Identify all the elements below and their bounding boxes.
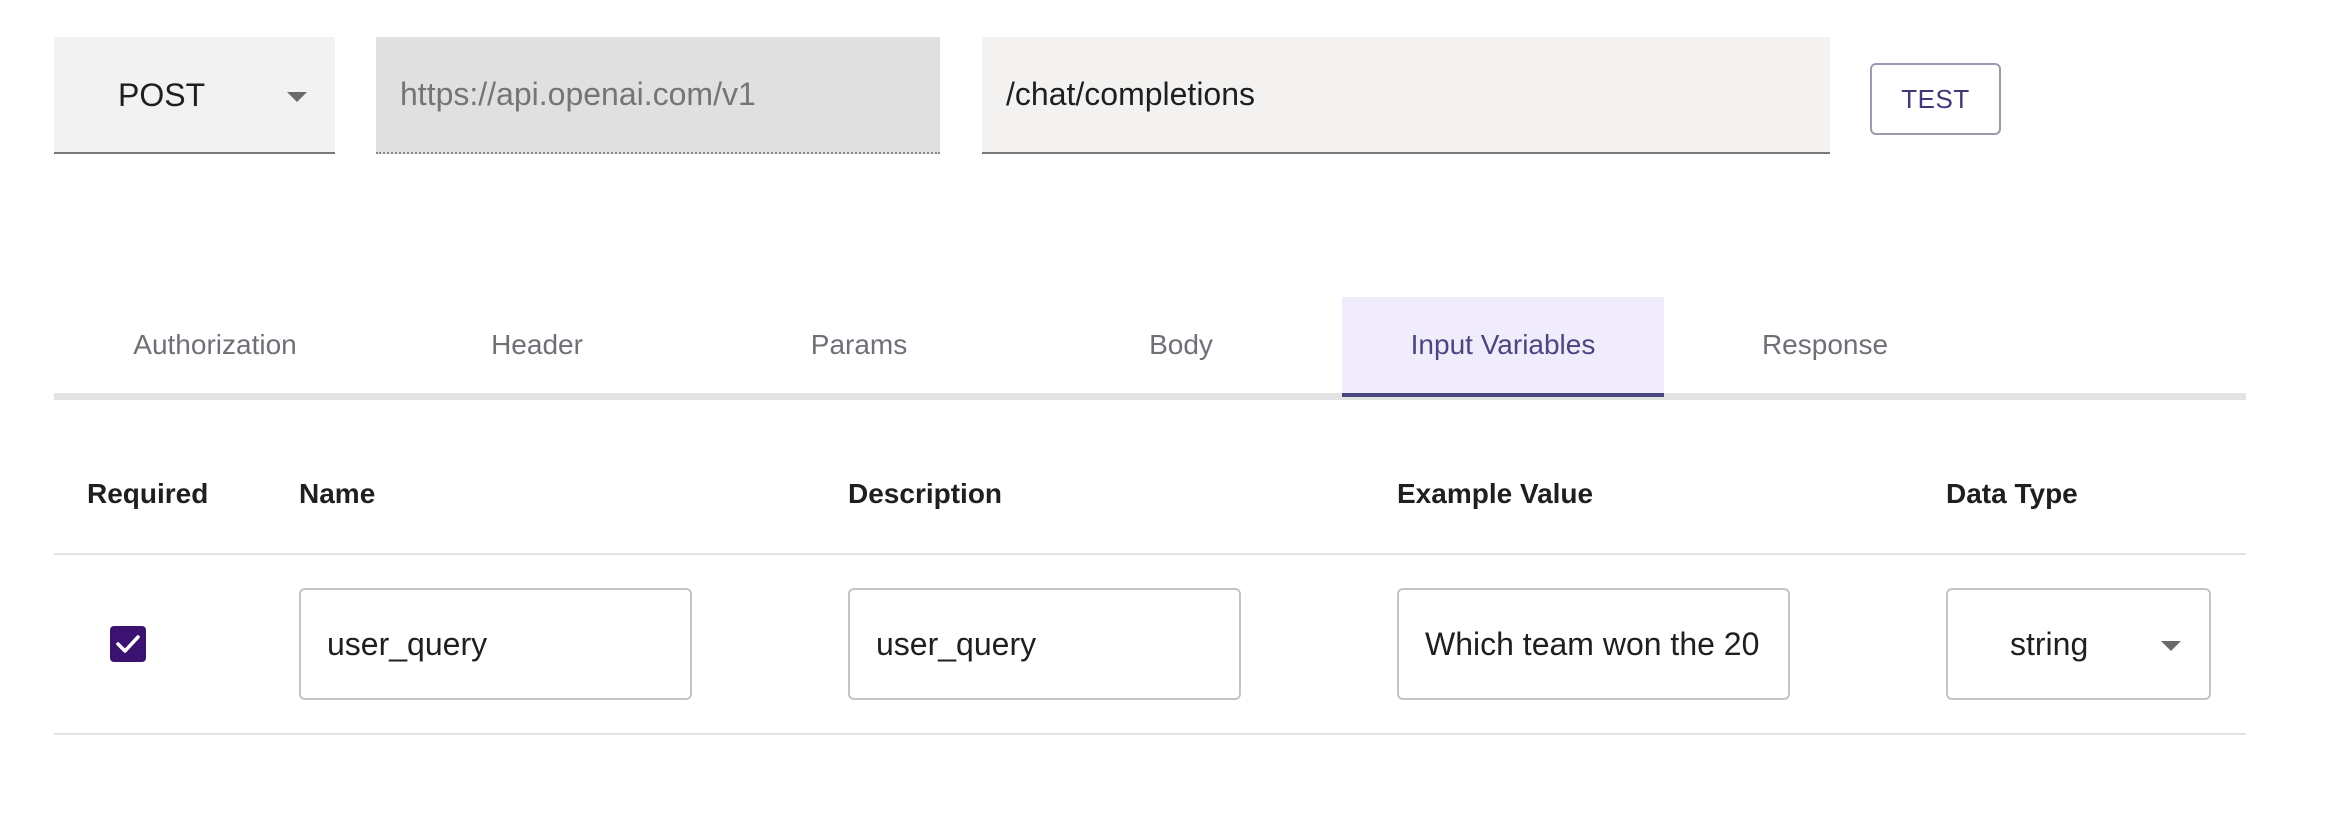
row-divider: [54, 733, 2246, 735]
tab-bar: Authorization Header Params Body Input V…: [54, 297, 2246, 399]
column-header-description: Description: [848, 478, 1003, 509]
base-url-field: [376, 37, 940, 154]
column-header-name: Name: [299, 478, 376, 509]
variable-description-input[interactable]: [848, 588, 1241, 700]
endpoint-path-input[interactable]: [982, 37, 1830, 154]
tab-authorization[interactable]: Authorization: [54, 297, 376, 393]
method-select[interactable]: POST: [54, 37, 335, 154]
checkmark-icon: [116, 635, 140, 653]
data-type-value: string: [2010, 626, 2089, 662]
caret-down-icon: [2161, 641, 2181, 651]
example-value-input[interactable]: [1397, 588, 1790, 700]
column-header-required: Required: [87, 478, 209, 509]
tab-input-variables[interactable]: Input Variables: [1342, 297, 1664, 397]
required-checkbox[interactable]: [110, 626, 146, 662]
data-type-select[interactable]: string: [1946, 588, 2211, 700]
tab-bar-divider: [54, 393, 2246, 400]
variable-name-input[interactable]: [299, 588, 692, 700]
tab-body[interactable]: Body: [1020, 297, 1342, 393]
test-button[interactable]: TEST: [1870, 63, 2001, 135]
tab-response[interactable]: Response: [1664, 297, 1986, 393]
header-row-divider: [54, 553, 2246, 555]
column-header-example-value: Example Value: [1397, 478, 1594, 509]
tab-header[interactable]: Header: [376, 297, 698, 393]
column-header-data-type: Data Type: [1946, 478, 2078, 509]
tab-params[interactable]: Params: [698, 297, 1020, 393]
caret-down-icon: [287, 92, 307, 102]
method-value: POST: [118, 77, 206, 113]
